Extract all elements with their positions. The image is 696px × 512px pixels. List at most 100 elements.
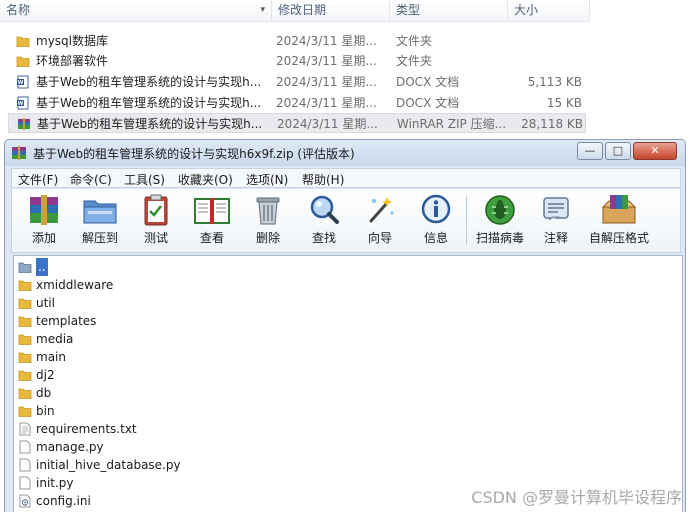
add-label: 添加 — [31, 231, 56, 245]
explorer-file-list: 名称 ▾ 修改日期 类型 大小 mysql数据库 2024/3/11 星期...… — [0, 0, 696, 140]
explorer-row[interactable]: 环境部署软件 2024/3/11 星期... 文件夹 — [8, 51, 586, 71]
file-name: 基于Web的租车管理系统的设计与实现h... — [37, 117, 263, 131]
file-size: 5,113 KB — [527, 75, 582, 89]
file-name: media — [36, 332, 74, 346]
csdn-watermark: CSDN @罗曼计算机毕设程序 — [471, 488, 682, 507]
add-books-icon — [30, 195, 58, 225]
view-label: 查看 — [199, 231, 224, 245]
explorer-row[interactable]: mysql数据库 2024/3/11 星期... 文件夹 — [8, 31, 586, 51]
extract-to-button[interactable]: 解压到 — [72, 193, 128, 249]
text-file-icon — [19, 422, 31, 436]
title-bar[interactable]: 基于Web的租车管理系统的设计与实现h6x9f.zip (评估版本) — □ ✕ — [5, 140, 685, 166]
column-name[interactable]: 名称 ▾ — [0, 0, 272, 22]
delete-label: 删除 — [255, 231, 280, 245]
column-size[interactable]: 大小 — [508, 0, 590, 22]
column-size-label: 大小 — [514, 3, 539, 17]
explorer-row[interactable]: W 基于Web的租车管理系统的设计与实现h... 2024/3/11 星期...… — [8, 72, 586, 92]
file-name: dj2 — [36, 368, 55, 382]
menu-commands[interactable]: 命令(C) — [70, 171, 112, 188]
test-label: 测试 — [143, 231, 168, 245]
menu-help[interactable]: 帮助(H) — [302, 171, 344, 188]
file-date: 2024/3/11 星期... — [276, 34, 377, 48]
file-icon — [19, 458, 31, 472]
close-button[interactable]: ✕ — [633, 142, 677, 160]
word-doc-icon: W — [17, 75, 29, 89]
folder-icon — [18, 352, 32, 363]
file-type: 文件夹 — [396, 54, 433, 68]
sfx-button[interactable]: 自解压格式 — [586, 193, 652, 249]
file-date: 2024/3/11 星期... — [276, 75, 377, 89]
file-name: init.py — [36, 476, 74, 490]
file-size: 15 KB — [546, 96, 582, 110]
maximize-button[interactable]: □ — [605, 142, 631, 160]
wizard-wand-icon — [369, 197, 394, 223]
find-label: 查找 — [311, 231, 336, 245]
file-name: initial_hive_database.py — [36, 458, 181, 472]
file-name: 环境部署软件 — [36, 54, 109, 68]
file-size: 28,118 KB — [521, 117, 583, 131]
toolbar-separator — [466, 195, 467, 245]
file-type: DOCX 文档 — [396, 75, 460, 89]
archive-file-list[interactable]: .. xmiddleware util templates media main… — [13, 255, 683, 512]
file-name: config.ini — [36, 494, 91, 508]
file-date: 2024/3/11 星期... — [276, 54, 377, 68]
column-type-label: 类型 — [396, 3, 421, 17]
info-label: 信息 — [423, 231, 448, 245]
menu-file[interactable]: 文件(F) — [18, 171, 58, 188]
comment-button[interactable]: 注释 — [528, 193, 584, 249]
file-date: 2024/3/11 星期... — [276, 96, 377, 110]
menu-options[interactable]: 选项(N) — [246, 171, 288, 188]
add-button[interactable]: 添加 — [16, 193, 72, 249]
column-name-label: 名称 — [6, 3, 31, 17]
toolbar: 添加 解压到 测试 查看 删除 查找 向导 信息 扫描病毒 注释 自解压格式 — [11, 189, 681, 253]
file-icon — [19, 476, 31, 490]
file-name: db — [36, 386, 52, 400]
explorer-row-selected[interactable]: 基于Web的租车管理系统的设计与实现h... 2024/3/11 星期... W… — [8, 113, 586, 133]
file-date: 2024/3/11 星期... — [277, 117, 378, 131]
test-clipboard-icon — [144, 194, 168, 226]
file-name: .. — [36, 258, 48, 276]
file-name: main — [36, 350, 66, 364]
file-icon — [19, 440, 31, 454]
view-button[interactable]: 查看 — [184, 193, 240, 249]
column-type[interactable]: 类型 — [390, 0, 508, 22]
file-name: bin — [36, 404, 55, 418]
parent-folder-icon — [18, 262, 32, 273]
winrar-archive-icon — [18, 118, 30, 130]
svg-text:W: W — [18, 80, 24, 86]
wizard-button[interactable]: 向导 — [352, 193, 408, 249]
menu-favorites[interactable]: 收藏夹(O) — [178, 171, 233, 188]
extract-folder-icon — [83, 200, 117, 224]
extract-to-label: 解压到 — [81, 231, 118, 245]
scan-virus-label: 扫描病毒 — [475, 231, 524, 245]
minimize-button[interactable]: — — [577, 142, 603, 160]
word-doc-icon: W — [17, 96, 29, 110]
find-button[interactable]: 查找 — [296, 193, 352, 249]
column-date[interactable]: 修改日期 — [272, 0, 390, 22]
info-button[interactable]: 信息 — [408, 193, 464, 249]
find-magnifier-icon — [310, 195, 339, 224]
file-name: mysql数据库 — [36, 34, 108, 48]
delete-button[interactable]: 删除 — [240, 193, 296, 249]
view-book-icon — [194, 198, 230, 224]
comment-label: 注释 — [543, 231, 568, 245]
file-name: templates — [36, 314, 97, 328]
file-name: manage.py — [36, 440, 104, 454]
sfx-box-icon — [601, 195, 637, 224]
winrar-archive-icon — [12, 146, 26, 160]
explorer-row[interactable]: W 基于Web的租车管理系统的设计与实现h... 2024/3/11 星期...… — [8, 93, 586, 113]
folder-icon — [16, 36, 30, 47]
file-name: xmiddleware — [36, 278, 114, 292]
folder-icon — [18, 334, 32, 345]
scan-virus-button[interactable]: 扫描病毒 — [472, 193, 528, 249]
folder-icon — [18, 370, 32, 381]
folder-icon — [16, 56, 30, 67]
explorer-column-header: 名称 ▾ 修改日期 类型 大小 — [0, 0, 590, 22]
wizard-label: 向导 — [367, 231, 392, 245]
menu-tools[interactable]: 工具(S) — [124, 171, 165, 188]
file-name: 基于Web的租车管理系统的设计与实现h... — [36, 75, 262, 89]
svg-text:W: W — [18, 101, 24, 107]
test-button[interactable]: 测试 — [128, 193, 184, 249]
menu-bar: 文件(F) 命令(C) 工具(S) 收藏夹(O) 选项(N) 帮助(H) — [11, 168, 681, 188]
sfx-label: 自解压格式 — [588, 231, 649, 245]
